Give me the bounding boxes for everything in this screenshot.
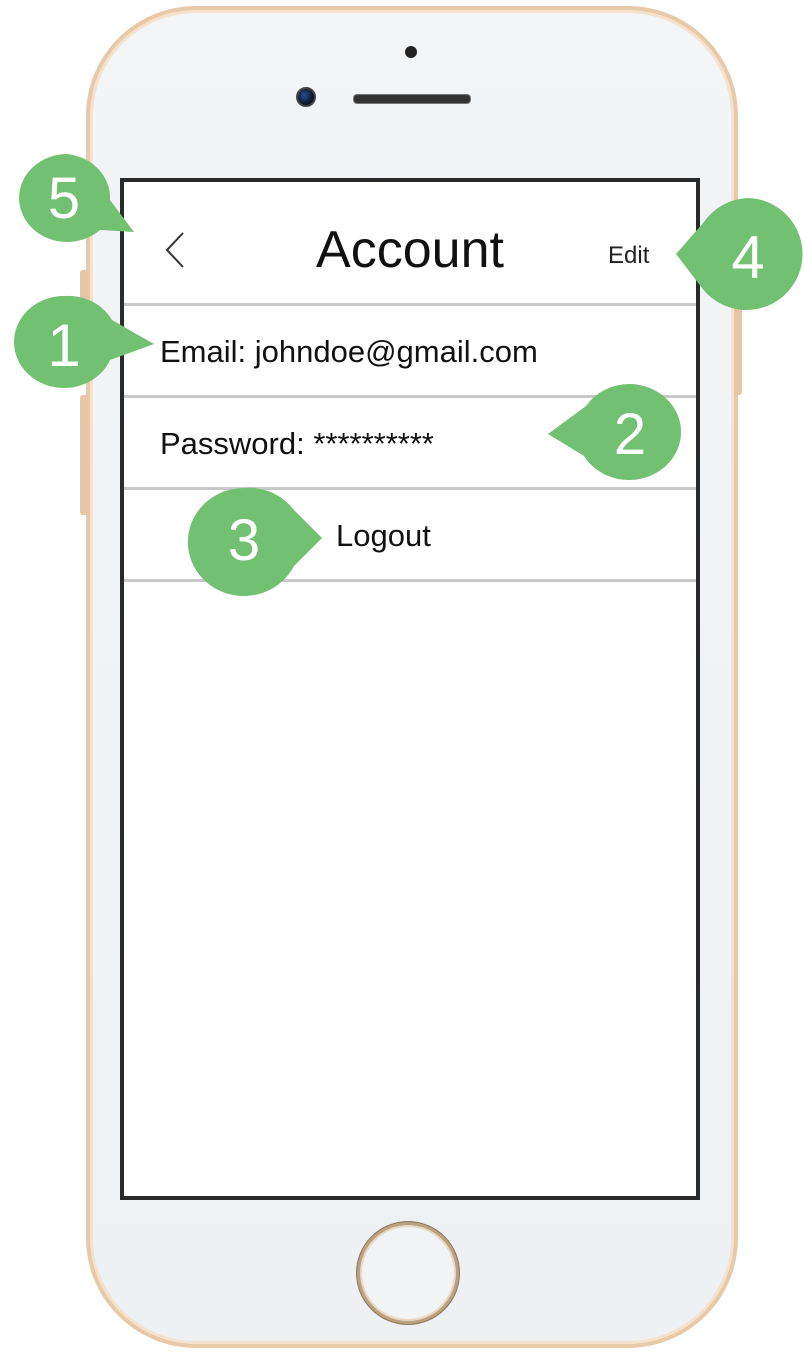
callout-2: 2 (548, 383, 682, 480)
earpiece-speaker (353, 94, 471, 104)
callout-1: 1 (13, 295, 155, 388)
callout-5-number: 5 (48, 166, 80, 231)
callout-3: 3 (187, 487, 322, 596)
edit-button[interactable]: Edit (608, 244, 649, 268)
password-label: Password: ********** (160, 426, 434, 461)
email-label: Email: johndoe@gmail.com (160, 334, 538, 369)
callout-1-number: 1 (47, 312, 80, 379)
callout-5: 5 (19, 154, 135, 242)
callout-4: 4 (676, 198, 803, 310)
power-button (734, 300, 742, 395)
home-button[interactable] (357, 1222, 459, 1324)
callout-4-number: 4 (731, 224, 764, 291)
callout-2-number: 2 (614, 402, 646, 467)
callout-3-number: 3 (228, 508, 260, 573)
sensor-dot (405, 46, 417, 58)
front-camera (296, 87, 316, 107)
navigation-bar: Account Edit (124, 182, 696, 306)
app-screen: Account Edit Email: johndoe@gmail.com Pa… (120, 178, 700, 1200)
volume-up-button (80, 395, 88, 515)
logout-label: Logout (336, 518, 431, 553)
